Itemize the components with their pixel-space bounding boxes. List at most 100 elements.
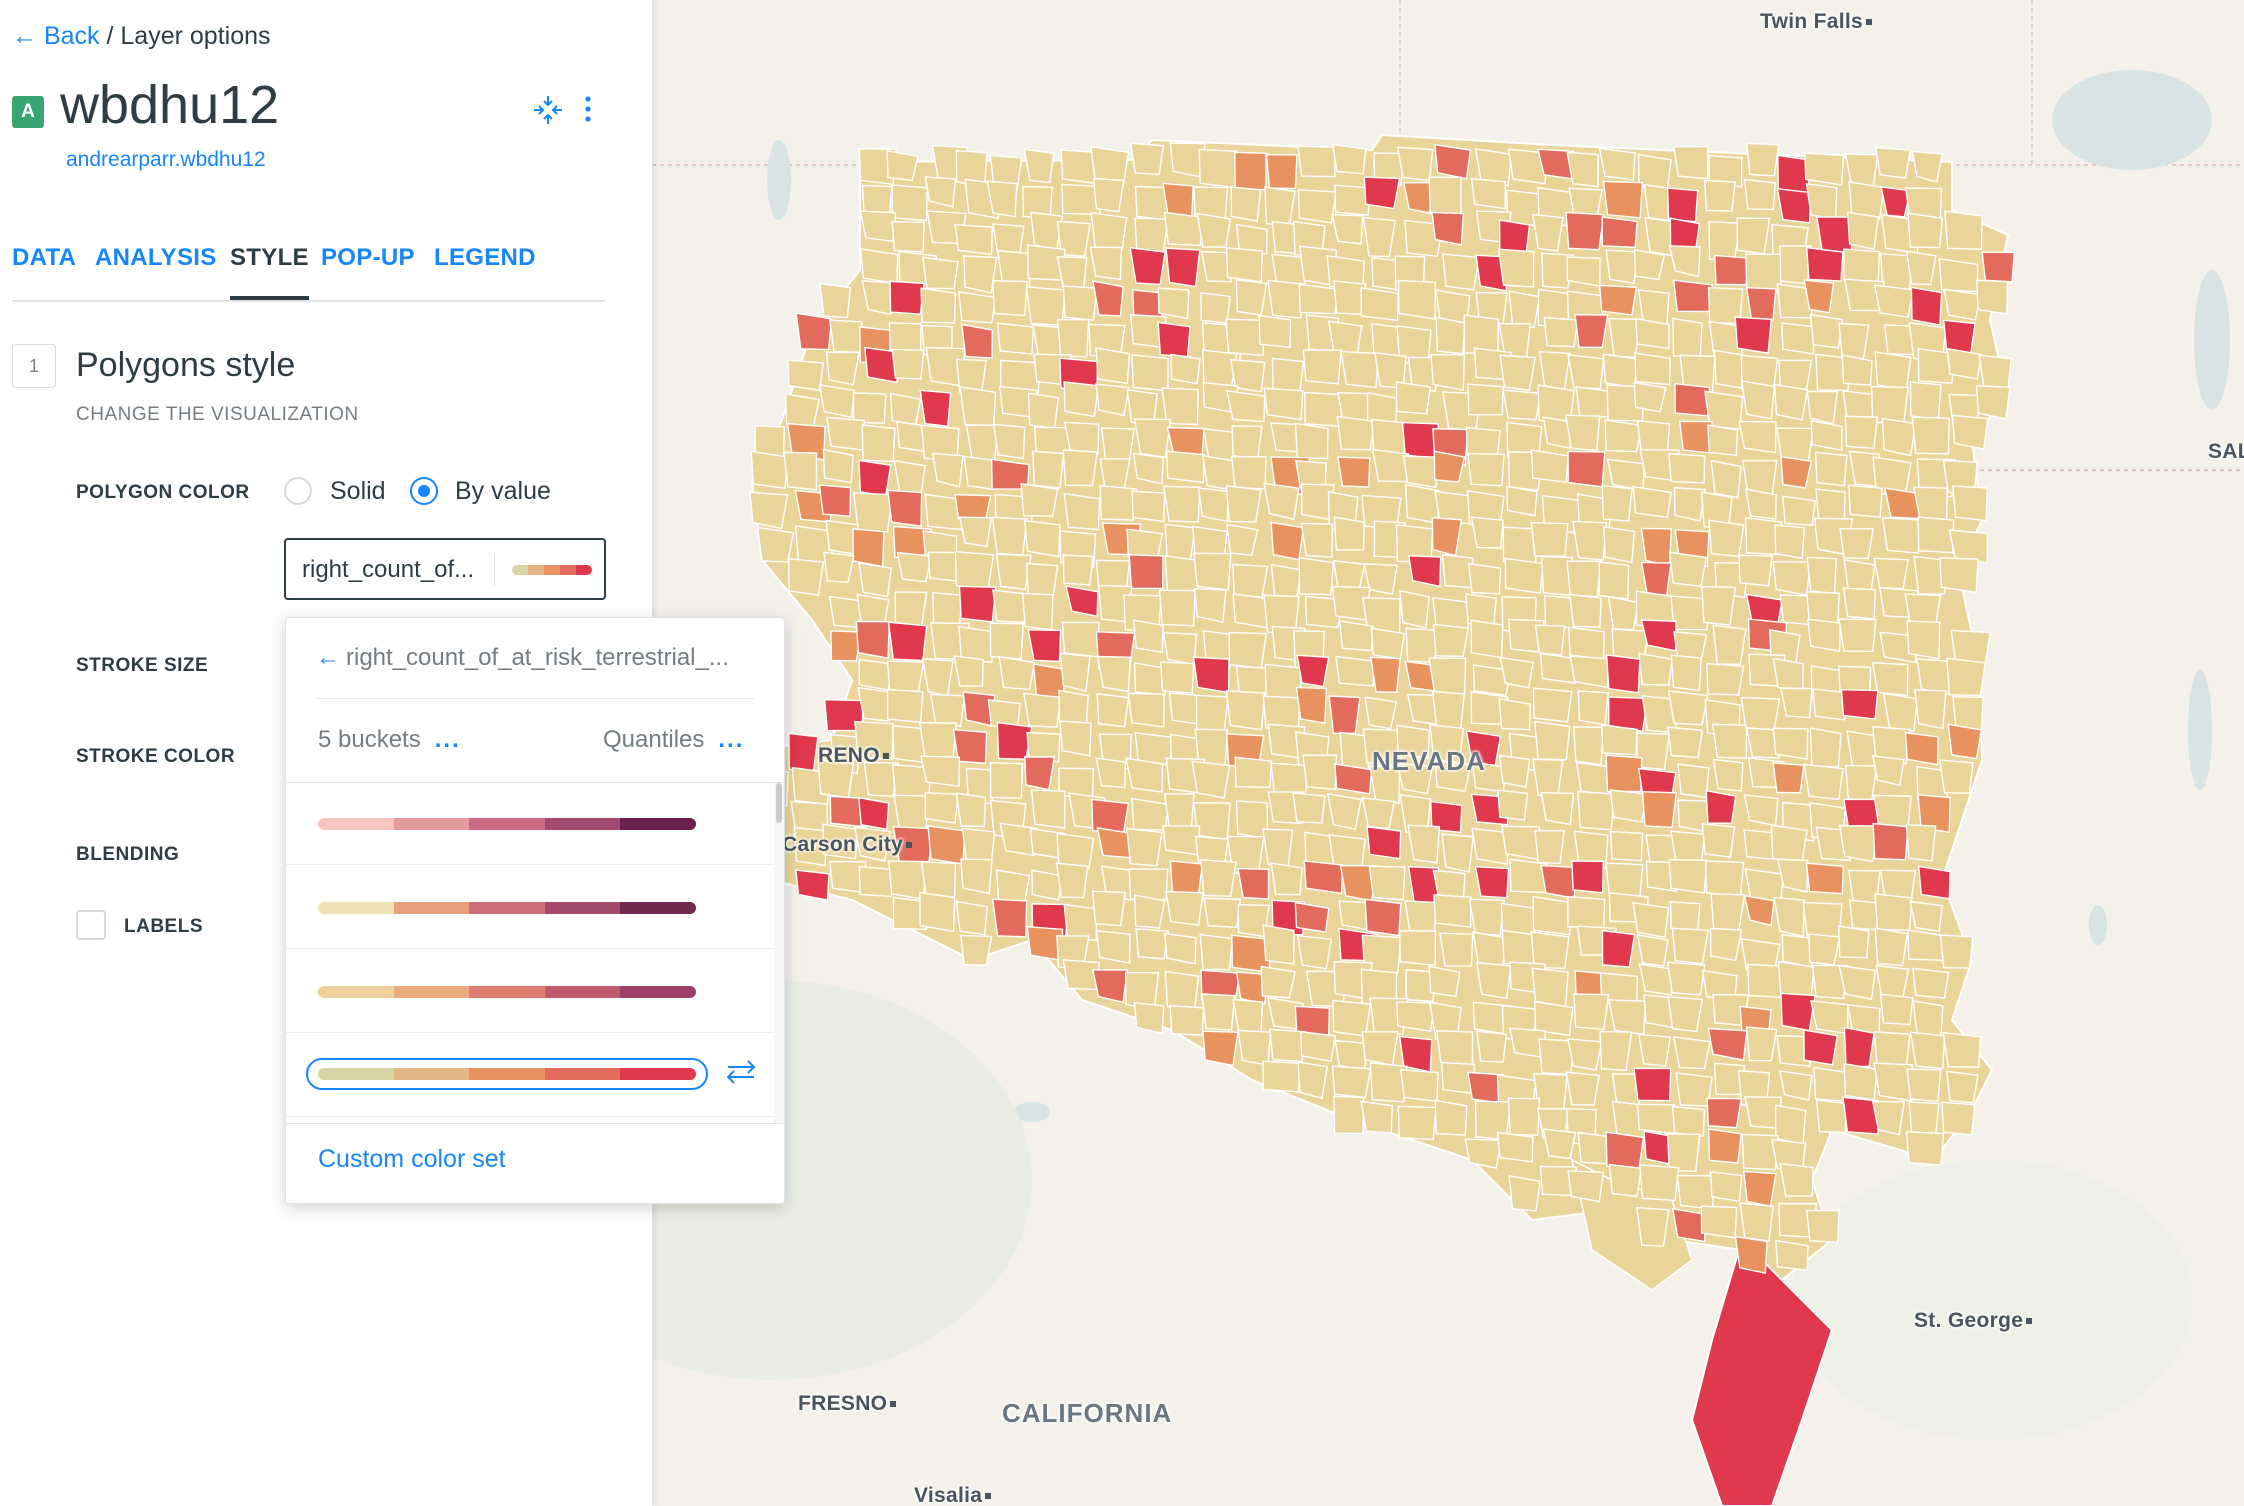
layer-name[interactable]: wbdhu12 [60,74,279,136]
radio-solid[interactable] [284,477,312,505]
radio-by-value-label[interactable]: By value [455,477,551,506]
watershed-cell [1532,687,1573,723]
watershed-cell [1062,449,1098,487]
watershed-cell [818,484,852,518]
watershed-cell [1470,516,1504,549]
watershed-cell [1361,797,1396,830]
watershed-cell [1905,250,1937,286]
watershed-cell [1676,1174,1716,1211]
watershed-cell [886,688,924,723]
watershed-cell [1225,247,1263,283]
watershed-cell [859,210,897,243]
layer-source-link[interactable]: andrearparr.wbdhu12 [66,148,266,172]
watershed-cell [1943,288,1982,321]
buckets-more-button[interactable]: ... [435,726,461,753]
watershed-cell [1237,867,1270,900]
dropdown-back-button[interactable]: ← right_count_of_at_risk_terrestrial_... [316,644,729,672]
watershed-cell [1200,858,1237,898]
watershed-cell [1327,793,1362,831]
watershed-cell [855,620,891,660]
watershed-cell [823,551,855,584]
watershed-cell [1234,151,1267,191]
watershed-cell [1712,624,1747,666]
radio-by-value[interactable] [410,477,438,505]
watershed-cell [1567,895,1606,929]
watershed-cell [1328,695,1361,735]
watershed-cell [1910,286,1943,326]
watershed-cell [1022,692,1062,728]
watershed-cell [1939,759,1974,794]
labels-label[interactable]: LABELS [124,916,203,938]
watershed-cell [1231,425,1263,460]
watershed-cell [1470,177,1506,210]
color-ramp-option[interactable] [286,867,774,949]
watershed-cell [1442,253,1481,291]
watershed-cell [1163,211,1204,247]
color-ramp-option[interactable] [286,1035,774,1117]
watershed-cell [1779,1162,1814,1197]
watershed-cell [1567,626,1605,661]
current-color-ramp[interactable] [512,565,592,575]
ramp-list-scrollbar[interactable] [774,783,784,1123]
map-canvas[interactable]: Twin Falls SAL RENO Carson City NEVADA S… [652,0,2244,1506]
color-ramp-bar [318,1068,696,1080]
watershed-cell [1203,897,1242,929]
watershed-cell [1772,561,1812,596]
watershed-cell [992,423,1026,460]
watershed-cell [996,721,1033,760]
scrollbar-thumb[interactable] [776,783,782,823]
buckets-control[interactable]: 5 buckets... [318,726,461,754]
watershed-cell [1805,182,1838,220]
tab-legend[interactable]: LEGEND [434,244,536,272]
tab-analysis[interactable]: ANALYSIS [95,244,217,272]
watershed-cell [1021,592,1054,631]
watershed-cell [1158,589,1196,627]
watershed-cell [1225,690,1266,731]
watershed-cell [1772,657,1804,690]
watershed-cell [1126,827,1163,867]
watershed-cell [1095,347,1131,385]
watershed-cell [1496,1131,1534,1163]
watershed-cell [1603,526,1636,564]
tab-style[interactable]: STYLE [230,244,309,300]
radio-solid-label[interactable]: Solid [330,477,386,506]
method-control[interactable]: Quantiles... [603,726,744,754]
watershed-cell [1298,556,1335,596]
tab-pop-up[interactable]: POP-UP [321,244,415,272]
watershed-cell [1333,516,1365,551]
watershed-cell [825,416,866,451]
watershed-cell [1939,557,1979,594]
watershed-cell [1638,652,1673,686]
compress-icon[interactable] [532,94,564,131]
reverse-ramp-icon[interactable] [724,1057,758,1092]
more-vertical-icon[interactable] [582,94,594,131]
section-subtitle[interactable]: CHANGE THE VISUALIZATION [76,404,359,426]
watershed-cell [920,755,961,788]
watershed-cell [1228,631,1268,669]
labels-checkbox[interactable] [76,910,106,940]
field-selector[interactable]: right_count_of... [284,538,606,600]
ramp-swatch [576,565,592,575]
method-more-button[interactable]: ... [718,726,744,753]
watershed-cell [1678,420,1713,454]
color-ramp-option[interactable] [286,783,774,865]
watershed-cell [825,351,860,386]
watershed-cell [1164,523,1196,562]
watershed-cell [1540,864,1578,899]
lake [2194,270,2230,410]
arrow-left-icon: ← [316,644,340,671]
watershed-cell [1428,657,1467,697]
watershed-cell [1197,487,1229,523]
watershed-cell [1666,1133,1701,1172]
watershed-cell [887,621,928,662]
color-ramp-option[interactable] [286,951,774,1033]
custom-color-set-link[interactable]: Custom color set [318,1145,506,1174]
back-link[interactable]: ← Back [12,22,100,50]
tab-data[interactable]: DATA [12,244,76,272]
watershed-cell [1874,927,1909,967]
watershed-cell [1360,287,1399,322]
watershed-cell [1338,620,1374,652]
watershed-cell [1668,452,1706,484]
watershed-cell [1806,556,1837,595]
watershed-cell [1370,627,1406,660]
